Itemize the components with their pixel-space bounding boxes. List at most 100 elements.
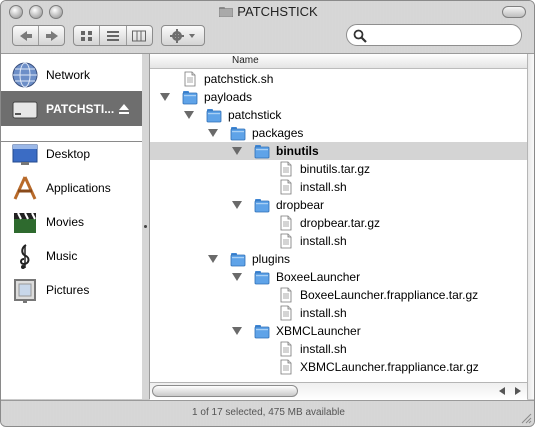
item-name: binutils bbox=[276, 144, 319, 158]
document-icon bbox=[280, 161, 292, 177]
folder-row[interactable]: patchstick bbox=[150, 106, 527, 124]
disclosure-triangle-icon[interactable] bbox=[232, 273, 242, 281]
sidebar-item-music[interactable]: Music bbox=[1, 239, 142, 273]
item-name: BoxeeLauncher.frappliance.tar.gz bbox=[300, 288, 479, 302]
view-mode-control bbox=[73, 25, 153, 46]
disclosure-triangle-icon[interactable] bbox=[184, 111, 194, 119]
document-icon bbox=[280, 341, 292, 357]
forward-button[interactable] bbox=[39, 26, 64, 45]
back-button[interactable] bbox=[13, 26, 39, 45]
music-clef-icon bbox=[20, 244, 30, 269]
folder-icon bbox=[219, 7, 234, 17]
sidebar-item-desktop[interactable]: Desktop bbox=[1, 137, 142, 171]
item-name: install.sh bbox=[300, 342, 347, 356]
document-icon bbox=[280, 287, 292, 303]
sidebar-item-label: Applications bbox=[46, 181, 111, 195]
search-input[interactable] bbox=[369, 27, 519, 45]
item-name: dropbear bbox=[276, 198, 325, 212]
disclosure-triangle-icon[interactable] bbox=[232, 201, 242, 209]
sidebar-item-patchstick[interactable]: PATCHSTI... bbox=[1, 91, 142, 126]
folder-icon bbox=[254, 145, 270, 159]
item-name: patchstick.sh bbox=[204, 72, 274, 86]
action-menu-button[interactable] bbox=[161, 25, 205, 46]
file-row[interactable]: binutils.tar.gz bbox=[150, 160, 527, 178]
file-row[interactable]: install.sh bbox=[150, 304, 527, 322]
folder-row[interactable]: dropbear bbox=[150, 196, 527, 214]
sidebar-splitter[interactable] bbox=[142, 54, 150, 399]
search-field[interactable] bbox=[346, 24, 522, 46]
file-row[interactable]: install.sh bbox=[150, 340, 527, 358]
sidebar-item-label: Music bbox=[46, 249, 78, 263]
file-row[interactable]: patchstick.sh bbox=[150, 70, 527, 88]
status-bar: 1 of 17 selected, 475 MB available bbox=[1, 400, 534, 426]
file-row[interactable]: dropbear.tar.gz bbox=[150, 214, 527, 232]
window-title: PATCHSTICK bbox=[237, 4, 318, 19]
document-icon bbox=[280, 359, 292, 375]
folder-icon bbox=[254, 271, 270, 285]
horizontal-scrollbar[interactable] bbox=[150, 382, 527, 400]
scroll-thumb[interactable] bbox=[152, 385, 298, 397]
scroll-right-arrow-icon[interactable] bbox=[511, 385, 525, 397]
folder-icon bbox=[254, 325, 270, 339]
eject-icon[interactable] bbox=[118, 103, 130, 115]
folder-row[interactable]: XBMCLauncher bbox=[150, 322, 527, 340]
name-column-header[interactable]: Name bbox=[150, 54, 527, 69]
desktop-icon bbox=[12, 144, 38, 165]
search-icon bbox=[353, 29, 367, 43]
sidebar-item-label: Desktop bbox=[46, 147, 91, 161]
sidebar-item-label: Movies bbox=[46, 215, 85, 229]
sidebar: Network PATCHSTI... Desktop Applications… bbox=[1, 54, 143, 399]
list-view-button[interactable] bbox=[100, 26, 127, 45]
document-icon bbox=[280, 179, 292, 195]
item-name: install.sh bbox=[300, 234, 347, 248]
list-view-icon bbox=[106, 30, 119, 41]
disclosure-triangle-icon[interactable] bbox=[232, 147, 242, 155]
file-row[interactable]: install.sh bbox=[150, 178, 527, 196]
vertical-scrollbar[interactable] bbox=[527, 54, 534, 399]
file-row[interactable]: install.sh bbox=[150, 232, 527, 250]
document-icon bbox=[280, 233, 292, 249]
resize-grip-icon[interactable] bbox=[520, 412, 532, 424]
status-text: 1 of 17 selected, 475 MB available bbox=[192, 407, 345, 418]
sidebar-item-movies[interactable]: Movies bbox=[1, 205, 142, 239]
toolbar-toggle-button[interactable] bbox=[502, 6, 526, 18]
scroll-left-arrow-icon[interactable] bbox=[495, 385, 509, 397]
folder-icon bbox=[182, 91, 198, 105]
gear-icon bbox=[170, 28, 195, 43]
disclosure-triangle-icon[interactable] bbox=[208, 255, 218, 263]
movies-clapper-icon bbox=[14, 212, 36, 233]
disclosure-triangle-icon[interactable] bbox=[232, 327, 242, 335]
folder-icon bbox=[230, 127, 246, 141]
sidebar-item-network[interactable]: Network bbox=[1, 58, 142, 92]
column-view-button[interactable] bbox=[127, 26, 152, 45]
folder-icon bbox=[206, 109, 222, 123]
network-globe-icon bbox=[12, 62, 38, 88]
folder-row[interactable]: BoxeeLauncher bbox=[150, 268, 527, 286]
icon-view-icon bbox=[80, 30, 92, 41]
sidebar-item-label: Pictures bbox=[46, 283, 90, 297]
file-list: Name patchstick.sh payloads patchstick pack… bbox=[150, 54, 527, 382]
item-name: packages bbox=[252, 126, 304, 140]
document-icon bbox=[184, 71, 196, 87]
icon-view-button[interactable] bbox=[74, 26, 101, 45]
folder-row[interactable]: payloads bbox=[150, 88, 527, 106]
item-name: payloads bbox=[204, 90, 253, 104]
sidebar-item-applications[interactable]: Applications bbox=[1, 171, 142, 205]
document-icon bbox=[280, 215, 292, 231]
item-name: binutils.tar.gz bbox=[300, 162, 371, 176]
applications-icon bbox=[13, 176, 37, 200]
back-forward-control bbox=[12, 25, 65, 46]
item-name: BoxeeLauncher bbox=[276, 270, 361, 284]
column-header-label: Name bbox=[232, 55, 259, 66]
column-view-icon bbox=[132, 30, 147, 41]
file-row[interactable]: XBMCLauncher.frappliance.tar.gz bbox=[150, 358, 527, 376]
folder-row[interactable]: packages bbox=[150, 124, 527, 142]
file-row[interactable]: BoxeeLauncher.frappliance.tar.gz bbox=[150, 286, 527, 304]
disclosure-triangle-icon[interactable] bbox=[160, 93, 170, 101]
pictures-frame-icon bbox=[14, 279, 36, 303]
folder-icon bbox=[230, 253, 246, 267]
folder-row[interactable]: plugins bbox=[150, 250, 527, 268]
disclosure-triangle-icon[interactable] bbox=[208, 129, 218, 137]
folder-row[interactable]: binutils bbox=[150, 142, 527, 160]
sidebar-item-pictures[interactable]: Pictures bbox=[1, 273, 142, 307]
